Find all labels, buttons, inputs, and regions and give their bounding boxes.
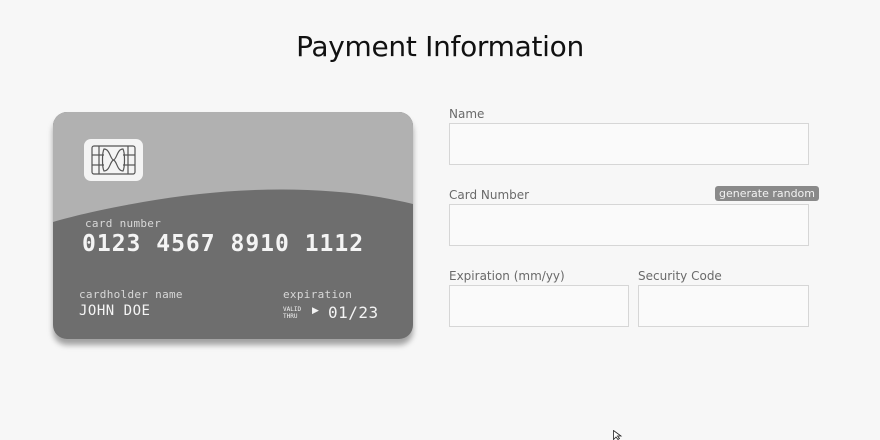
page-title: Payment Information — [296, 30, 584, 63]
credit-card-preview: card number 0123 4567 8910 1112 cardhold… — [53, 112, 413, 339]
generate-random-button[interactable]: generate random — [715, 186, 819, 201]
security-code-field[interactable] — [638, 285, 809, 327]
cardholder-name: JOHN DOE — [79, 303, 151, 319]
expiration-field-label: Expiration (mm/yy) — [449, 269, 565, 283]
cardholder-name-label: cardholder name — [79, 288, 183, 301]
valid-thru-label: VALID THRU — [283, 306, 302, 320]
card-number-label: card number — [85, 217, 162, 230]
name-field[interactable] — [449, 123, 809, 165]
card-number: 0123 4567 8910 1112 — [82, 231, 365, 257]
card-number-field-label: Card Number — [449, 188, 530, 202]
card-number-field[interactable] — [449, 204, 809, 246]
mouse-cursor-icon — [613, 430, 623, 440]
arrow-right-icon: ▶ — [312, 306, 319, 316]
name-label: Name — [449, 107, 485, 121]
expiration-label: expiration — [283, 288, 353, 301]
expiration-field[interactable] — [449, 285, 629, 327]
card-expiration: 01/23 — [328, 303, 379, 322]
chip-icon — [84, 139, 143, 181]
security-code-label: Security Code — [638, 269, 722, 283]
